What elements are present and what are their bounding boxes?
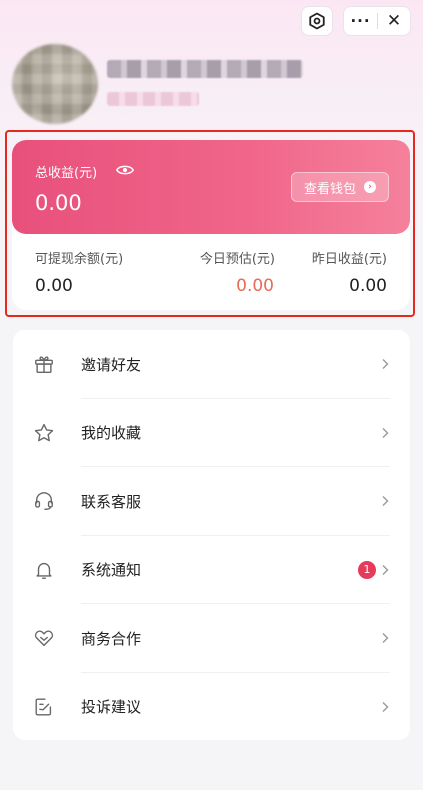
menu-item-label: 联系客服 — [81, 492, 142, 511]
menu-list: 邀请好友 我的收藏 联系客服 系统通知 1 商务合作 投诉建议 — [13, 330, 410, 740]
chevron-right-icon — [382, 564, 389, 575]
menu-item-invite-friends[interactable]: 邀请好友 — [13, 330, 410, 399]
settings-button[interactable] — [301, 6, 333, 36]
menu-item-label: 邀请好友 — [81, 355, 142, 374]
bell-icon — [36, 562, 52, 579]
notification-badge: 1 — [358, 560, 376, 579]
menu-item-label: 我的收藏 — [81, 424, 142, 443]
chevron-right-icon — [382, 633, 389, 644]
user-name-blurred — [107, 60, 303, 78]
menu-item-label: 系统通知 — [81, 561, 142, 580]
menu-item-business-cooperation[interactable]: 商务合作 — [13, 604, 410, 673]
hexagon-settings-icon — [309, 12, 325, 30]
avatar[interactable] — [12, 44, 98, 124]
menu-item-complaints-suggestions[interactable]: 投诉建议 — [13, 673, 410, 742]
menu-item-label: 投诉建议 — [81, 698, 142, 717]
menu-item-customer-service[interactable]: 联系客服 — [13, 467, 410, 536]
star-icon — [34, 423, 54, 442]
menu-item-label: 商务合作 — [81, 629, 142, 648]
chevron-right-icon — [382, 496, 389, 507]
feedback-icon — [35, 698, 52, 716]
chevron-right-icon — [382, 359, 389, 370]
user-id-blurred — [107, 92, 199, 106]
close-button[interactable]: ✕ — [378, 6, 410, 36]
more-button[interactable]: ··· — [344, 6, 377, 36]
chevron-right-icon — [382, 427, 389, 438]
gift-icon — [35, 356, 53, 374]
handshake-heart-icon — [34, 630, 54, 647]
menu-item-system-notifications[interactable]: 系统通知 1 — [13, 536, 410, 604]
highlight-box — [5, 130, 415, 317]
headset-icon — [35, 492, 53, 511]
mini-program-capsule: ··· ✕ — [343, 6, 411, 36]
menu-item-my-favorites[interactable]: 我的收藏 — [13, 399, 410, 467]
chevron-right-icon — [382, 701, 389, 712]
